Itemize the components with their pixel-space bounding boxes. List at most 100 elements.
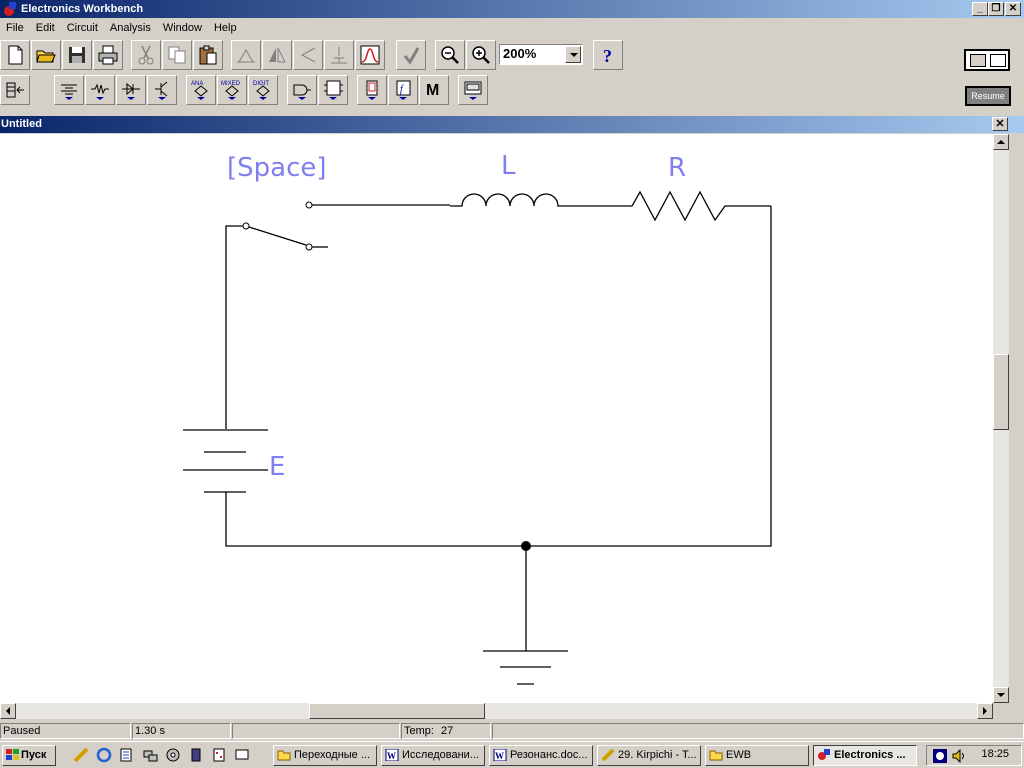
clipboard-icon bbox=[199, 45, 217, 65]
wire-battery-bottom bbox=[225, 492, 526, 547]
vertical-scrollbar[interactable] bbox=[993, 134, 1009, 703]
status-bar: Paused 1.30 s Temp: 27 bbox=[0, 721, 1024, 741]
arrow-up-icon bbox=[997, 140, 1005, 144]
start-button[interactable]: Пуск bbox=[2, 745, 56, 766]
menu-file[interactable]: File bbox=[0, 22, 30, 34]
menu-window[interactable]: Window bbox=[157, 22, 208, 34]
resume-button[interactable]: Resume bbox=[965, 86, 1011, 106]
restore-button[interactable]: ❐ bbox=[988, 2, 1004, 16]
sources-bin-button[interactable] bbox=[54, 75, 84, 105]
battery-plates bbox=[183, 429, 268, 493]
paste-button[interactable] bbox=[193, 40, 223, 70]
instruments-bin-button[interactable] bbox=[458, 75, 488, 105]
print-button[interactable] bbox=[93, 40, 123, 70]
controls-bin-button[interactable]: f bbox=[388, 75, 418, 105]
volume-icon[interactable] bbox=[951, 748, 967, 764]
arrow-right-icon bbox=[983, 707, 987, 715]
menu-circuit[interactable]: Circuit bbox=[61, 22, 104, 34]
resistor-label: R bbox=[668, 153, 686, 183]
transistors-bin-button[interactable] bbox=[147, 75, 177, 105]
favorites-bin-button[interactable] bbox=[0, 75, 30, 105]
miscellaneous-bin-button[interactable]: M bbox=[419, 75, 449, 105]
horizontal-scroll-thumb[interactable] bbox=[309, 703, 485, 719]
document-icon[interactable] bbox=[211, 747, 227, 763]
component-properties-button[interactable] bbox=[324, 40, 354, 70]
vertical-scroll-thumb[interactable] bbox=[993, 354, 1009, 430]
diodes-bin-button[interactable] bbox=[116, 75, 146, 105]
circuit-canvas[interactable]: [Space] L R E bbox=[0, 134, 993, 703]
horizontal-scrollbar[interactable] bbox=[0, 703, 993, 719]
power-switch[interactable] bbox=[964, 49, 1010, 71]
new-button[interactable] bbox=[0, 40, 30, 70]
floppy-disk-icon bbox=[69, 47, 85, 63]
minimize-button[interactable]: _ bbox=[972, 2, 988, 16]
word-document-icon: W bbox=[385, 749, 399, 761]
digital-ic-icon: DIGIT bbox=[253, 81, 270, 100]
save-button[interactable] bbox=[62, 40, 92, 70]
digital-ics-bin-button[interactable]: DIGIT bbox=[248, 75, 278, 105]
network-icon[interactable] bbox=[142, 747, 158, 763]
desktop-icon[interactable] bbox=[234, 747, 250, 763]
menu-edit[interactable]: Edit bbox=[30, 22, 61, 34]
clock: 18:25 bbox=[981, 748, 1009, 760]
task-issledovanie[interactable]: W Исследовани... bbox=[381, 745, 485, 766]
flip-vertical-button[interactable] bbox=[293, 40, 323, 70]
zoom-out-button[interactable] bbox=[435, 40, 465, 70]
scroll-down-button[interactable] bbox=[993, 687, 1009, 703]
task-kirpichi[interactable]: 29. Kirpichi - T... bbox=[597, 745, 701, 766]
system-tray: 18:25 bbox=[926, 745, 1022, 766]
notepad-icon[interactable] bbox=[118, 747, 134, 763]
open-folder-icon bbox=[36, 50, 56, 63]
task-ewb[interactable]: EWB bbox=[705, 745, 809, 766]
task-electronics-workbench[interactable]: Electronics ... bbox=[813, 745, 917, 766]
basic-bin-button[interactable] bbox=[85, 75, 115, 105]
rotate-button[interactable] bbox=[231, 40, 261, 70]
menu-help[interactable]: Help bbox=[208, 22, 243, 34]
quicklaunch-app-icon[interactable] bbox=[73, 747, 89, 763]
analog-ics-bin-button[interactable]: ANA bbox=[186, 75, 216, 105]
flip-vertical-icon bbox=[300, 47, 316, 63]
status-empty bbox=[232, 723, 400, 739]
app-icon bbox=[3, 2, 17, 16]
scroll-left-button[interactable] bbox=[0, 703, 16, 719]
document-close-button[interactable]: ✕ bbox=[992, 117, 1008, 131]
flip-horizontal-button[interactable] bbox=[262, 40, 292, 70]
digital-bin-button[interactable] bbox=[318, 75, 348, 105]
flip-flop-icon bbox=[324, 80, 343, 100]
help-icon: ? bbox=[603, 46, 612, 66]
copy-button[interactable] bbox=[162, 40, 192, 70]
subcircuit-button[interactable] bbox=[396, 40, 426, 70]
open-button[interactable] bbox=[31, 40, 61, 70]
media-icon[interactable] bbox=[165, 747, 181, 763]
windows-flag-icon bbox=[6, 749, 19, 760]
bode-plot-button[interactable] bbox=[355, 40, 385, 70]
logic-gates-bin-button[interactable] bbox=[287, 75, 317, 105]
resistor-zigzag bbox=[631, 190, 771, 222]
help-button[interactable]: ? bbox=[593, 40, 623, 70]
cut-button[interactable] bbox=[131, 40, 161, 70]
close-button[interactable]: ✕ bbox=[1005, 2, 1021, 16]
mixed-ics-bin-button[interactable]: MIXED bbox=[217, 75, 247, 105]
instrument-icon bbox=[464, 81, 482, 100]
document-titlebar: Untitled ✕ bbox=[0, 116, 1024, 133]
zoom-select[interactable]: 200% bbox=[499, 44, 583, 65]
zoom-in-button[interactable] bbox=[466, 40, 496, 70]
keyboard-layout-icon[interactable] bbox=[932, 748, 948, 764]
task-label: Резонанс.doc... bbox=[510, 749, 588, 761]
internet-explorer-icon[interactable] bbox=[96, 747, 112, 763]
svg-text:W: W bbox=[387, 751, 396, 761]
scroll-up-button[interactable] bbox=[993, 134, 1009, 150]
menu-analysis[interactable]: Analysis bbox=[104, 22, 157, 34]
window-edge bbox=[1009, 134, 1024, 719]
calculator-icon[interactable] bbox=[188, 747, 204, 763]
wire-switch-left bbox=[225, 225, 246, 429]
chevron-down-icon[interactable] bbox=[565, 46, 581, 63]
status-temp: Temp: 27 bbox=[401, 723, 491, 739]
indicators-bin-button[interactable] bbox=[357, 75, 387, 105]
svg-text:W: W bbox=[495, 751, 504, 761]
power-switch-right-panel bbox=[990, 54, 1006, 67]
task-label: Переходные ... bbox=[294, 749, 371, 761]
scroll-right-button[interactable] bbox=[977, 703, 993, 719]
task-perekhodnye[interactable]: Переходные ... bbox=[273, 745, 377, 766]
task-rezonans[interactable]: W Резонанс.doc... bbox=[489, 745, 593, 766]
